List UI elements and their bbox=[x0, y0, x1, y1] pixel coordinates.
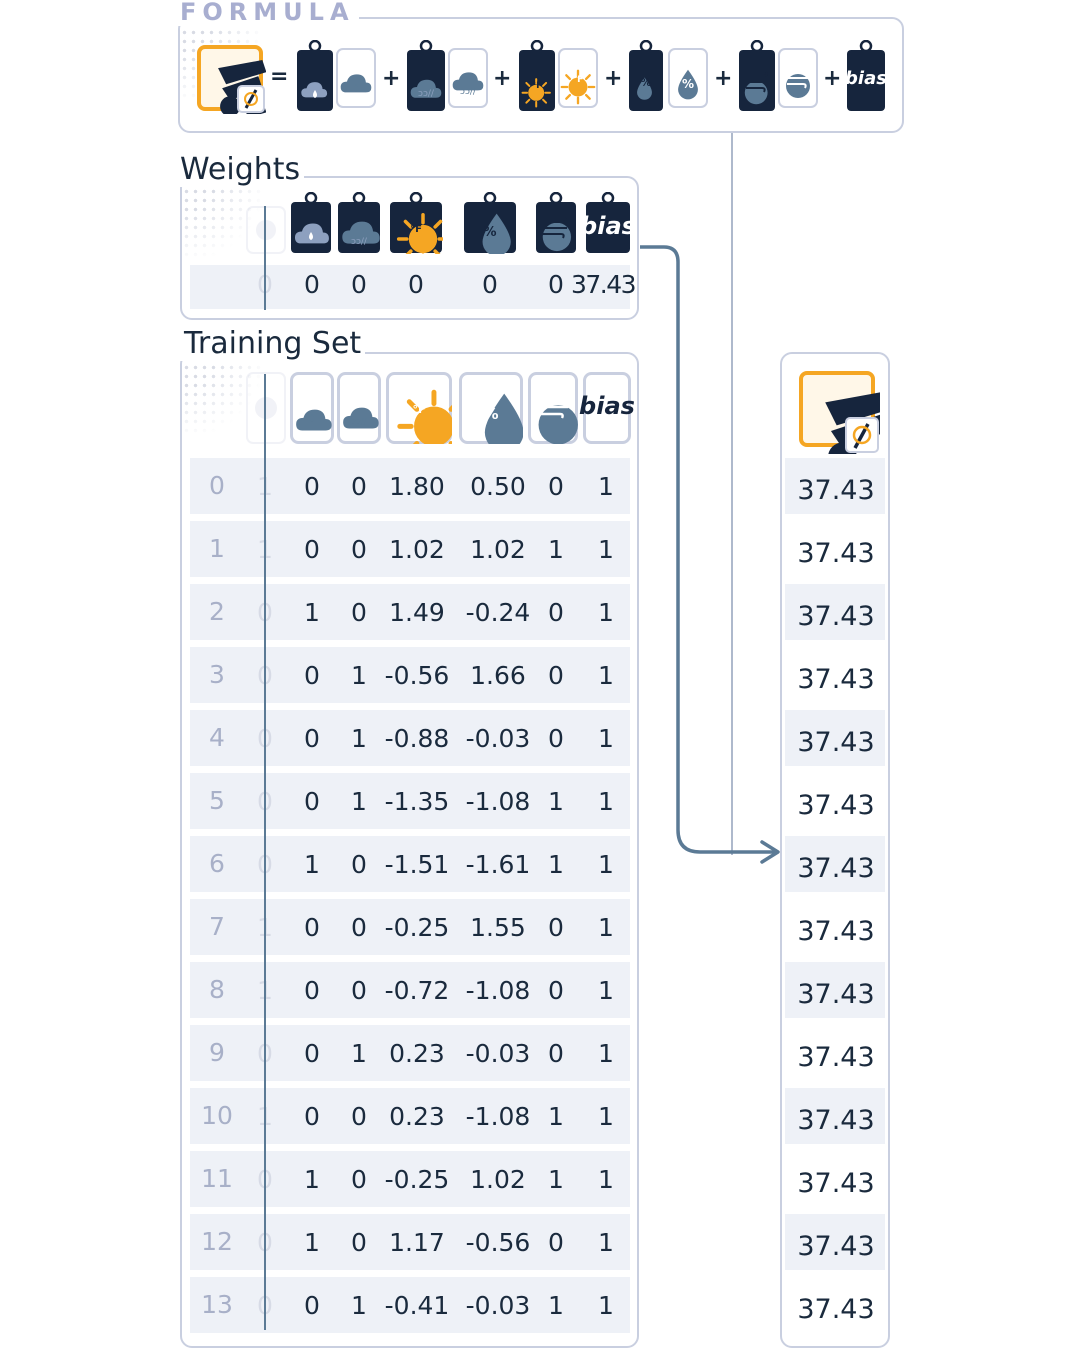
weights-to-predictions-arrow bbox=[640, 245, 780, 864]
